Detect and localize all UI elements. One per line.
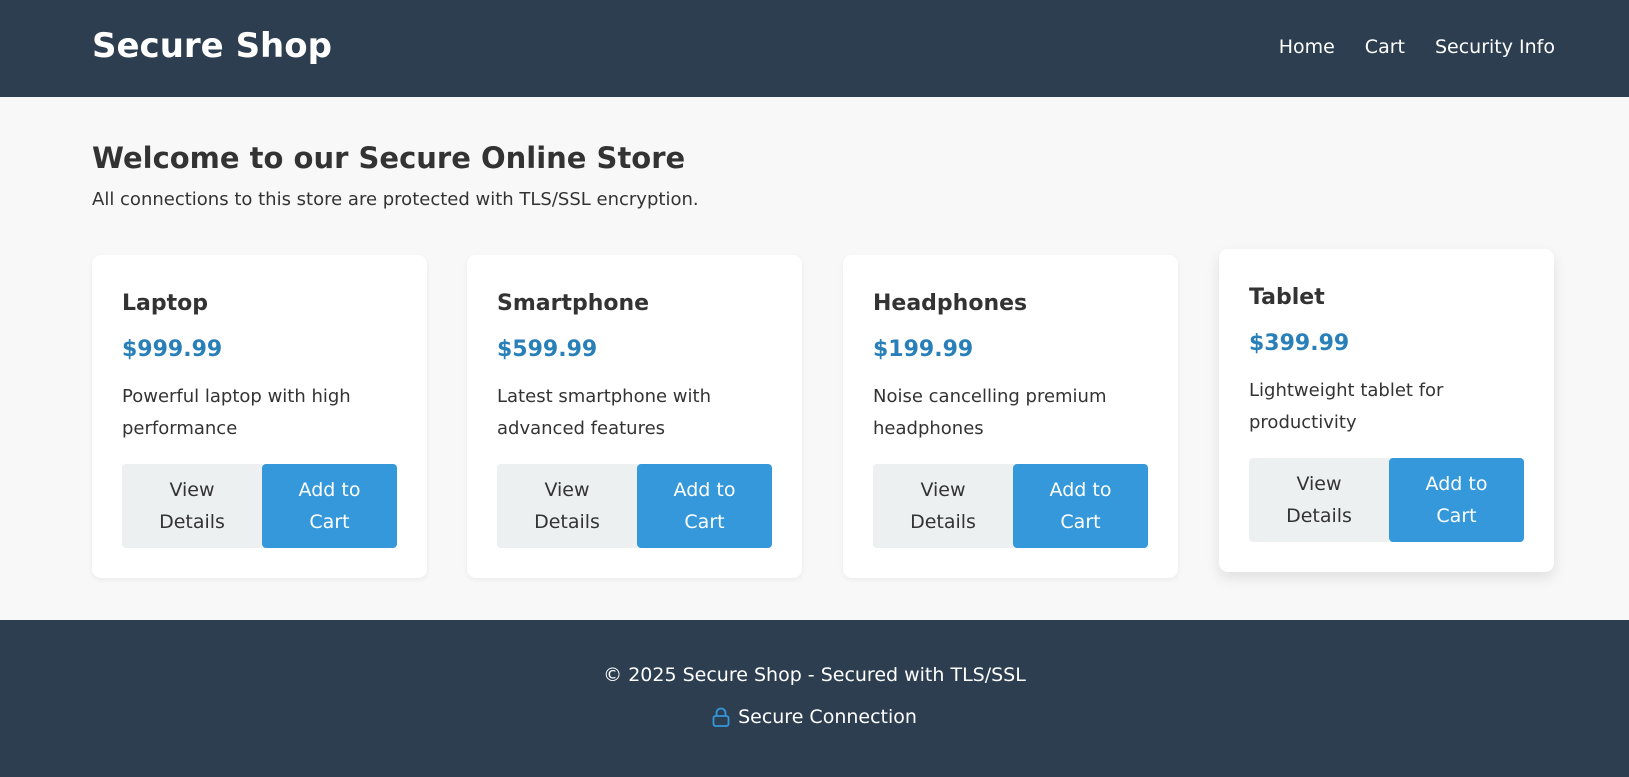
lock-icon [712, 707, 730, 727]
view-details-button[interactable]: View Details [873, 464, 1013, 548]
product-description: Powerful laptop with high performance [122, 386, 351, 439]
product-price: $199.99 [873, 337, 974, 362]
page-title: Welcome to our Secure Online Store [92, 141, 686, 175]
product-price: $399.99 [1249, 331, 1350, 356]
product-card-headphones: Headphones $199.99 Noise cancelling prem… [843, 255, 1178, 578]
main-content: Welcome to our Secure Online Store All c… [0, 97, 1629, 620]
page-subtitle: All connections to this store are protec… [92, 189, 699, 210]
product-card-laptop: Laptop $999.99 Powerful laptop with high… [92, 255, 427, 578]
site-footer: © 2025 Secure Shop - Secured with TLS/SS… [0, 620, 1629, 777]
product-name: Tablet [1249, 285, 1325, 310]
product-price: $999.99 [122, 337, 223, 362]
view-details-button[interactable]: View Details [497, 464, 637, 548]
product-card-tablet: Tablet $399.99 Lightweight tablet for pr… [1219, 249, 1554, 572]
add-to-cart-button[interactable]: Add to Cart [1389, 458, 1524, 542]
brand-logo-text[interactable]: Secure Shop [92, 26, 332, 66]
product-price: $599.99 [497, 337, 598, 362]
add-to-cart-button[interactable]: Add to Cart [1013, 464, 1148, 548]
nav-security-info-link[interactable]: Security Info [1435, 36, 1555, 58]
product-name: Smartphone [497, 291, 650, 316]
nav-cart-link[interactable]: Cart [1365, 36, 1405, 58]
product-description: Lightweight tablet for productivity [1249, 380, 1444, 433]
view-details-button[interactable]: View Details [1249, 458, 1389, 542]
secure-connection-label: Secure Connection [738, 706, 917, 728]
product-card-smartphone: Smartphone $599.99 Latest smartphone wit… [467, 255, 802, 578]
view-details-button[interactable]: View Details [122, 464, 262, 548]
product-description: Noise cancelling premium headphones [873, 386, 1107, 439]
secure-connection-indicator: Secure Connection [0, 706, 1629, 728]
footer-copyright: © 2025 Secure Shop - Secured with TLS/SS… [603, 664, 1026, 686]
nav-home-link[interactable]: Home [1279, 36, 1335, 58]
site-header: Secure Shop Home Cart Security Info [0, 0, 1629, 97]
add-to-cart-button[interactable]: Add to Cart [637, 464, 772, 548]
main-nav: Home Cart Security Info [1279, 36, 1555, 58]
product-description: Latest smartphone with advanced features [497, 386, 711, 439]
add-to-cart-button[interactable]: Add to Cart [262, 464, 397, 548]
product-name: Headphones [873, 291, 1028, 316]
product-name: Laptop [122, 291, 208, 316]
